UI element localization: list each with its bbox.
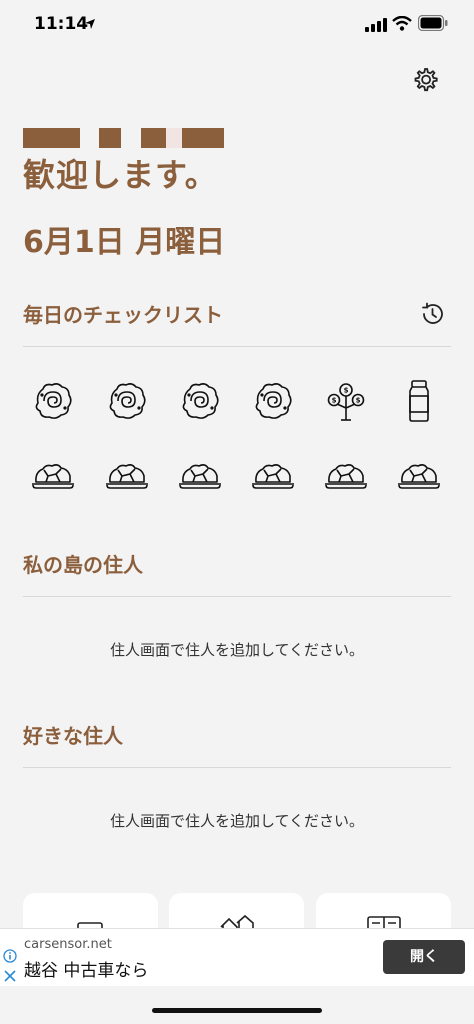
gear-icon <box>414 68 438 92</box>
welcome-heading: 歓迎します。 <box>23 156 218 194</box>
rock-icon <box>32 464 74 489</box>
ad-open-button[interactable]: 開く <box>383 940 465 974</box>
bottle-icon <box>409 380 429 422</box>
status-time: 11:14 <box>34 14 89 34</box>
rock-icon <box>252 464 294 489</box>
favorite-residents-title: 好きな住人 <box>23 724 123 748</box>
svg-text:$: $ <box>332 397 337 405</box>
ad-banner[interactable]: carsensor.net 越谷 中古車なら 開く <box>0 928 474 986</box>
close-icon[interactable] <box>3 969 17 983</box>
island-residents-title: 私の島の住人 <box>23 553 143 577</box>
ad-headline: 越谷 中古車なら <box>24 961 149 981</box>
rock-item[interactable] <box>396 452 442 498</box>
favorite-residents-empty-message: 住人画面で住人を追加してください。 <box>109 812 365 830</box>
rock-item[interactable] <box>177 452 223 498</box>
fossil-item[interactable] <box>250 378 296 424</box>
checklist-title: 毎日のチェックリスト <box>23 303 223 327</box>
fossil-icon <box>182 383 219 419</box>
info-icon[interactable] <box>3 949 17 963</box>
battery-icon <box>418 15 448 31</box>
home-indicator[interactable] <box>152 1008 322 1013</box>
svg-text:$: $ <box>356 397 361 405</box>
history-button[interactable] <box>418 300 446 328</box>
redacted-name <box>99 128 121 148</box>
redacted-name <box>23 128 80 148</box>
money-tree-icon: $ $ $ <box>327 383 365 421</box>
island-residents-empty-message: 住人画面で住人を追加してください。 <box>109 641 365 659</box>
redacted-name <box>141 128 166 148</box>
wifi-icon <box>392 16 412 31</box>
bottle-item[interactable] <box>396 378 442 424</box>
fossil-icon <box>255 383 292 419</box>
redacted-name <box>182 128 224 148</box>
rock-icon <box>179 464 221 489</box>
rock-item[interactable] <box>30 452 76 498</box>
divider <box>23 767 451 768</box>
redacted-name <box>166 128 182 148</box>
status-bar: 11:14 <box>0 0 474 50</box>
settings-button[interactable] <box>411 66 439 94</box>
fossil-icon <box>109 383 146 419</box>
rock-icon <box>325 464 367 489</box>
history-icon <box>422 302 443 324</box>
ad-domain: carsensor.net <box>24 937 112 952</box>
rock-item[interactable] <box>104 452 150 498</box>
svg-text:$: $ <box>344 387 349 395</box>
divider <box>23 346 451 347</box>
fossil-item[interactable] <box>177 378 223 424</box>
signal-bars-icon <box>365 18 387 32</box>
location-arrow-icon <box>85 19 95 29</box>
rock-icon <box>106 464 148 489</box>
divider <box>23 596 451 597</box>
money-tree-item[interactable]: $ $ $ <box>323 378 369 424</box>
rock-icon <box>398 464 440 489</box>
fossil-item[interactable] <box>30 378 76 424</box>
fossil-icon <box>35 383 72 419</box>
date-heading: 6月1日 月曜日 <box>23 225 226 260</box>
rock-item[interactable] <box>250 452 296 498</box>
fossil-item[interactable] <box>104 378 150 424</box>
rock-item[interactable] <box>323 452 369 498</box>
